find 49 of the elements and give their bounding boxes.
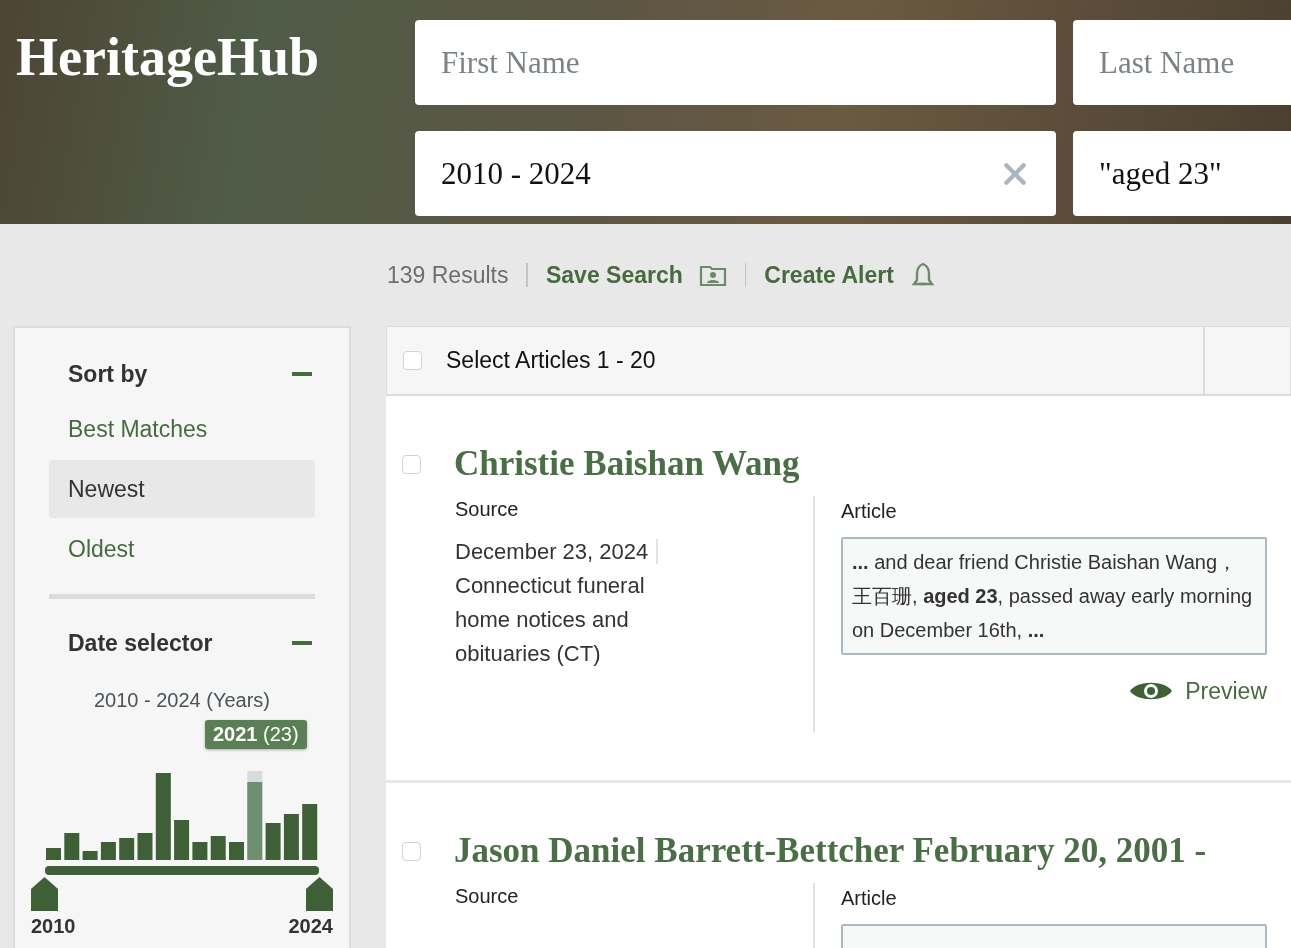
clear-icon[interactable] <box>1002 161 1028 187</box>
section-title: Date selector <box>68 629 213 657</box>
histogram-bar[interactable] <box>82 851 98 860</box>
source-label: Source <box>455 885 520 908</box>
sort-option[interactable]: Newest <box>49 460 315 518</box>
action-link[interactable]: Save Search <box>545 261 683 289</box>
select-articles-label: Select Articles 1 - 20 <box>446 347 656 374</box>
end-year-label: 2024 <box>288 915 333 938</box>
year-tooltip: 2021 (23) <box>205 720 307 749</box>
site-logo[interactable]: HeritageHub <box>0 0 415 88</box>
histogram-bar[interactable] <box>119 838 135 860</box>
bell-icon[interactable] <box>909 262 936 288</box>
histogram-bar[interactable] <box>247 771 263 860</box>
article-label: Article <box>841 500 898 523</box>
section-title: Sort by <box>68 360 148 388</box>
search-field[interactable]: Last Name <box>1073 20 1291 105</box>
date-range-label: 2010 - 2024 (Years) <box>92 689 271 712</box>
preview-link[interactable]: Preview <box>1129 677 1267 705</box>
histogram-bar[interactable] <box>302 804 318 860</box>
article-title-link[interactable]: Christie Baishan Wang <box>454 444 800 484</box>
start-year-label: 2010 <box>31 915 76 938</box>
checkbox[interactable] <box>402 841 421 861</box>
histogram-bar[interactable] <box>174 820 190 860</box>
search-field[interactable]: First Name <box>415 20 1056 105</box>
results-count: 139 Results <box>387 261 509 289</box>
article-label: Article <box>841 887 898 910</box>
histogram-bar[interactable] <box>210 836 226 860</box>
slider-handle[interactable] <box>31 877 58 911</box>
histogram-bar[interactable] <box>283 814 299 860</box>
search-field[interactable]: 2010 - 2024 <box>415 131 1056 216</box>
histogram-bar[interactable] <box>155 773 171 860</box>
histogram-bar[interactable] <box>192 842 208 860</box>
histogram-bar[interactable] <box>265 823 281 860</box>
article-title-link[interactable]: Jason Daniel Barrett-Bettcher February 20, 2001 - <box>454 831 1207 871</box>
histogram-bar[interactable] <box>100 842 116 860</box>
source-label: Source <box>455 498 520 521</box>
sort-option[interactable]: Best Matches <box>49 400 315 458</box>
histogram-bar[interactable] <box>137 833 153 860</box>
article-date: December 23, 2024 <box>455 539 659 564</box>
histogram-bar[interactable] <box>64 833 80 860</box>
checkbox[interactable] <box>402 454 421 474</box>
action-link[interactable]: Create Alert <box>764 261 894 289</box>
folder-person-icon[interactable] <box>698 263 727 287</box>
article-snippet: ... and dear friend Christie Baishan Wang，王百珊, aged 23, passed away early morning on December 16th, ... <box>841 537 1267 655</box>
checkbox[interactable] <box>403 351 422 370</box>
slider-handle[interactable] <box>306 877 333 911</box>
sort-option[interactable]: Oldest <box>49 520 315 578</box>
source-name: Connecticut funeral home notices and obituaries (CT) <box>455 572 646 668</box>
search-field[interactable]: "aged 23" <box>1073 131 1291 216</box>
